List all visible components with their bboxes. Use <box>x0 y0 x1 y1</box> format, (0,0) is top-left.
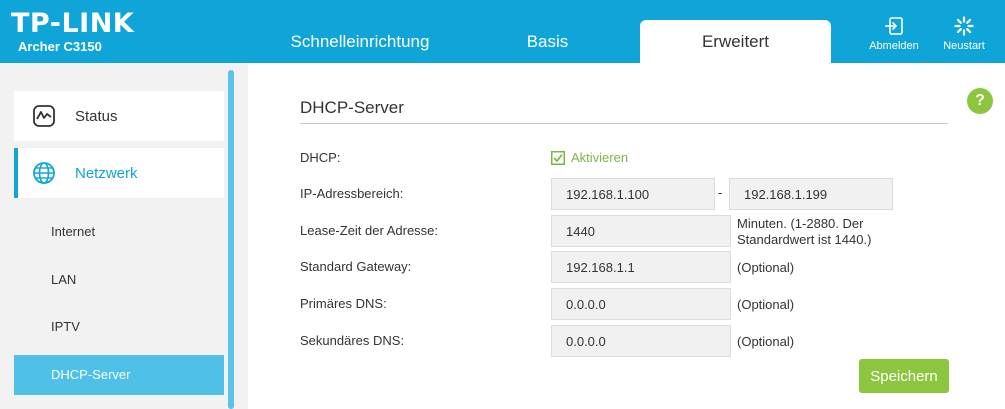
logout-label: Abmelden <box>869 40 919 52</box>
sidebar-item-internet[interactable]: Internet <box>14 212 224 252</box>
logout-button[interactable]: Abmelden <box>864 16 924 52</box>
model-name: Archer C3150 <box>18 39 102 54</box>
lease-time-note-line1: Minuten. (1-2880. Der <box>737 216 864 231</box>
globe-icon <box>32 161 70 185</box>
primary-dns-input[interactable] <box>551 288 731 320</box>
top-header: TP-LINK Archer C3150 Schnelleinrichtung … <box>0 0 1005 63</box>
sidebar-item-lan[interactable]: LAN <box>14 260 224 300</box>
lease-time-label: Lease-Zeit der Adresse: <box>300 223 439 238</box>
lease-time-note: Minuten. (1-2880. Der Standardwert ist 1… <box>737 216 871 248</box>
sidebar-scrollbar[interactable] <box>228 70 234 409</box>
logout-icon <box>885 17 903 35</box>
page-title: DHCP-Server <box>300 98 404 117</box>
lease-time-input[interactable] <box>551 215 731 247</box>
primary-dns-optional-note: (Optional) <box>737 297 795 312</box>
sidebar-item-netzwerk[interactable]: Netzwerk <box>14 148 224 198</box>
help-button[interactable]: ? <box>967 88 993 114</box>
reboot-button[interactable]: Neustart <box>934 16 994 52</box>
tab-basis[interactable]: Basis <box>470 20 625 63</box>
title-divider <box>300 123 948 124</box>
secondary-dns-input[interactable] <box>551 325 731 357</box>
ip-range-separator: - <box>718 185 723 200</box>
sidebar-item-iptv[interactable]: IPTV <box>14 307 224 347</box>
dhcp-enable-label: Aktivieren <box>571 150 629 165</box>
sidebar-item-label: Netzwerk <box>75 164 138 182</box>
tab-erweitert[interactable]: Erweitert <box>640 20 831 63</box>
ip-range-end-input[interactable] <box>729 178 893 210</box>
sidebar-item-status[interactable]: Status <box>14 91 224 141</box>
ip-range-start-input[interactable] <box>551 178 715 210</box>
dhcp-enable-checkbox[interactable]: Aktivieren <box>551 150 628 165</box>
secondary-dns-label: Sekundäres DNS: <box>300 333 405 348</box>
dhcp-label: DHCP: <box>300 150 341 165</box>
checkbox-checked-icon <box>551 150 565 165</box>
gateway-optional-note: (Optional) <box>737 260 795 275</box>
primary-dns-label: Primäres DNS: <box>300 296 387 311</box>
reboot-spinner-icon <box>954 16 974 36</box>
sidebar-item-label: Status <box>75 107 118 125</box>
gateway-label: Standard Gateway: <box>300 259 412 274</box>
sidebar-item-dhcp-server[interactable]: DHCP-Server <box>14 355 224 395</box>
ip-range-label: IP-Adressbereich: <box>300 186 404 201</box>
status-chart-icon <box>32 104 70 128</box>
secondary-dns-optional-note: (Optional) <box>737 334 795 349</box>
lease-time-note-line2: Standardwert ist 1440.) <box>737 232 872 247</box>
tp-link-logo: TP-LINK <box>11 8 135 39</box>
gateway-input[interactable] <box>551 251 731 283</box>
reboot-label: Neustart <box>943 40 985 52</box>
save-button[interactable]: Speichern <box>859 359 949 393</box>
tab-schnelleinrichtung[interactable]: Schnelleinrichtung <box>270 20 450 63</box>
